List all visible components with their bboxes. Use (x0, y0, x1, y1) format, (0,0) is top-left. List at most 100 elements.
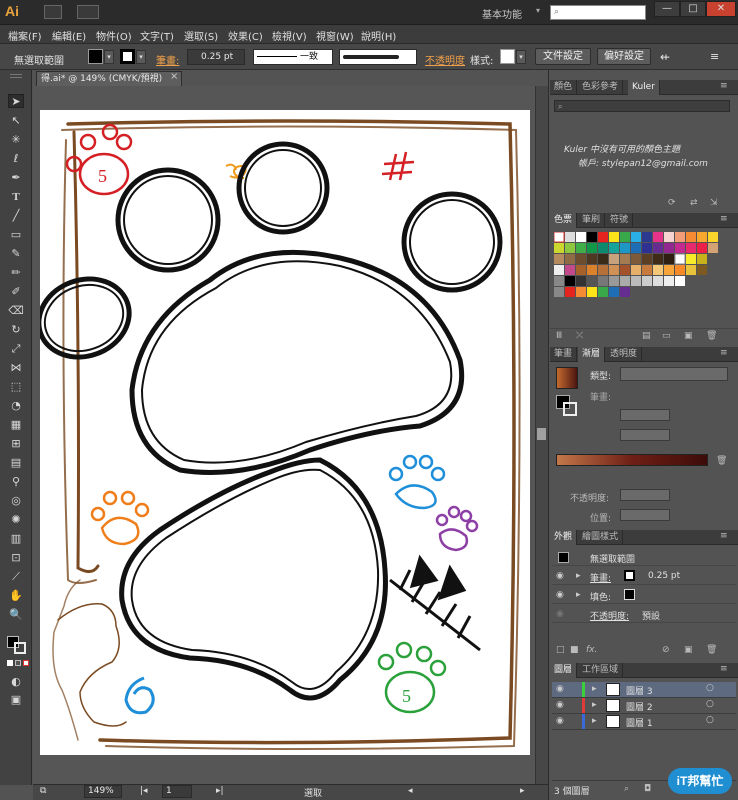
panel-menu-icon[interactable]: ≡ (720, 81, 728, 91)
duplicate-item-icon[interactable]: ▣ (684, 645, 693, 655)
free-transform-tool-icon[interactable]: ⬚ (8, 380, 24, 394)
opacity-link[interactable]: 不透明度 (425, 52, 465, 67)
kuler-browse-icon[interactable]: ⇄ (690, 198, 698, 208)
screen-mode-icon[interactable]: ▣ (8, 693, 24, 707)
visibility-eye-icon[interactable]: ◉ (556, 684, 564, 694)
mesh-tool-icon[interactable]: ⊞ (8, 437, 24, 451)
none-mode-icon[interactable] (23, 660, 29, 666)
fill-swatch[interactable] (88, 49, 103, 64)
target-icon[interactable]: ○ (706, 699, 714, 709)
visibility-eye-icon[interactable]: ◉ (556, 590, 564, 600)
clear-appearance-icon[interactable]: ⊘ (662, 645, 670, 655)
arrange-documents-icon[interactable] (77, 5, 99, 19)
symbol-sprayer-tool-icon[interactable]: ✺ (8, 513, 24, 527)
scale-tool-icon[interactable]: ⤢ (8, 342, 24, 356)
selection-tool-icon[interactable]: ➤ (8, 94, 24, 108)
column-graph-tool-icon[interactable]: ▥ (8, 532, 24, 546)
tab-color[interactable]: 顏色 (550, 80, 578, 95)
gradient-opacity-field[interactable] (620, 489, 670, 501)
shape-builder-tool-icon[interactable]: ◔ (8, 399, 24, 413)
menu-window[interactable]: 視窗(W) (316, 28, 354, 43)
tab-gradient[interactable]: 漸層 (578, 347, 606, 362)
style-dropdown[interactable]: ▾ (516, 50, 526, 64)
appearance-opacity-label[interactable]: 不透明度: (590, 609, 629, 622)
search-input[interactable]: ⌕ (550, 5, 646, 20)
eyedropper-tool-icon[interactable]: ⚲ (8, 475, 24, 489)
magic-wand-tool-icon[interactable]: ✳ (8, 133, 24, 147)
tab-layers[interactable]: 圖層 (550, 663, 578, 678)
make-clipping-mask-icon[interactable]: ◘ (644, 784, 651, 794)
layer-name[interactable]: 圖層 2 (626, 700, 653, 713)
delete-swatch-icon[interactable]: 🗑 (706, 331, 717, 341)
swatch-options-icon[interactable]: ▤ (642, 331, 651, 341)
tab-artboards[interactable]: 工作區域 (578, 663, 624, 678)
menu-effect[interactable]: 效果(C) (228, 28, 263, 43)
target-icon[interactable]: ○ (706, 715, 714, 725)
gradient-type-select[interactable] (620, 367, 728, 381)
eraser-tool-icon[interactable]: ⌫ (8, 304, 24, 318)
tab-kuler[interactable]: Kuler (628, 80, 660, 95)
kuler-refresh-icon[interactable]: ⟳ (668, 198, 676, 208)
paintbrush-tool-icon[interactable]: ✎ (8, 247, 24, 261)
fill-dropdown[interactable]: ▾ (104, 50, 114, 64)
expand-arrow-icon[interactable]: ▸ (592, 700, 597, 710)
panel-menu-icon[interactable]: ≡ (720, 531, 728, 541)
add-effect-icon[interactable]: fx. (586, 645, 597, 655)
stroke-link[interactable]: 筆畫: (156, 52, 179, 67)
gradient-stroke-swatch[interactable] (563, 402, 577, 416)
line-tool-icon[interactable]: ╱ (8, 209, 24, 223)
width-tool-icon[interactable]: ⋈ (8, 361, 24, 375)
tab-transparency[interactable]: 透明度 (606, 347, 643, 362)
panel-menu-icon[interactable]: ≡ (720, 214, 728, 224)
menu-select[interactable]: 選取(S) (184, 28, 218, 43)
graphic-style-swatch[interactable] (500, 49, 515, 64)
layer-name[interactable]: 圖層 3 (626, 684, 653, 697)
first-page-icon[interactable]: |◂ (140, 786, 148, 796)
tab-appearance[interactable]: 外觀 (550, 530, 578, 545)
vertical-scroll-thumb[interactable] (537, 428, 546, 440)
draw-mode-icon[interactable]: ◐ (8, 675, 24, 689)
variable-width-profile[interactable]: 一致 (253, 49, 333, 65)
tab-stroke[interactable]: 筆畫 (550, 347, 578, 362)
minimize-button[interactable]: — (654, 1, 680, 17)
layer-row-1[interactable]: ◉ ▸ 圖層 1 ○ (552, 714, 736, 730)
stroke-weight-field[interactable]: 0.25 pt (187, 49, 245, 65)
lasso-tool-icon[interactable]: ℓ (8, 152, 24, 166)
color-mode-icon[interactable] (7, 660, 13, 666)
layer-name[interactable]: 圖層 1 (626, 716, 653, 729)
add-fill-icon[interactable]: ■ (570, 645, 579, 655)
tab-graphic-styles[interactable]: 繪圖樣式 (578, 530, 624, 545)
new-swatch-icon[interactable]: ▣ (684, 331, 693, 341)
rotate-tool-icon[interactable]: ↻ (8, 323, 24, 337)
stroke-color-icon[interactable] (14, 642, 26, 654)
panel-menu-icon[interactable]: ≡ (720, 348, 728, 358)
bridge-icon[interactable] (44, 5, 62, 19)
panel-menu-icon[interactable]: ≡ (720, 664, 728, 674)
layer-row-2[interactable]: ◉ ▸ 圖層 2 ○ (552, 698, 736, 714)
artboard[interactable]: 5 5 (40, 110, 530, 755)
menu-edit[interactable]: 編輯(E) (52, 28, 86, 43)
delete-item-icon[interactable]: 🗑 (706, 645, 717, 655)
scroll-right-icon[interactable]: ▸ (520, 786, 525, 796)
document-tab-close-icon[interactable]: × (170, 71, 178, 82)
document-tab[interactable]: 得.ai* @ 149% (CMYK/預視) (36, 71, 182, 86)
workspace-switcher[interactable]: 基本功能 (482, 6, 522, 21)
locate-object-icon[interactable]: ⌕ (624, 784, 629, 794)
blend-tool-icon[interactable]: ◎ (8, 494, 24, 508)
tab-swatches[interactable]: 色票 (550, 213, 578, 228)
direct-selection-tool-icon[interactable]: ↖ (8, 114, 24, 128)
maximize-button[interactable]: □ (680, 1, 706, 17)
appearance-stroke-swatch[interactable] (624, 570, 635, 581)
gradient-position-field[interactable] (620, 509, 670, 521)
gradient-angle-field[interactable] (620, 409, 670, 421)
gradient-aspect-field[interactable] (620, 429, 670, 441)
gradient-tool-icon[interactable]: ▤ (8, 456, 24, 470)
visibility-eye-icon[interactable]: ◉ (556, 700, 564, 710)
scroll-left-icon[interactable]: ◂ (408, 786, 413, 796)
expand-arrow-icon[interactable]: ▸ (592, 684, 597, 694)
page-field[interactable]: 1 (162, 785, 192, 798)
menu-help[interactable]: 說明(H) (361, 28, 396, 43)
kuler-launch-icon[interactable]: ⇲ (710, 198, 718, 208)
appearance-stroke-label[interactable]: 筆畫: (590, 571, 611, 584)
gradient-preview[interactable] (556, 367, 578, 389)
